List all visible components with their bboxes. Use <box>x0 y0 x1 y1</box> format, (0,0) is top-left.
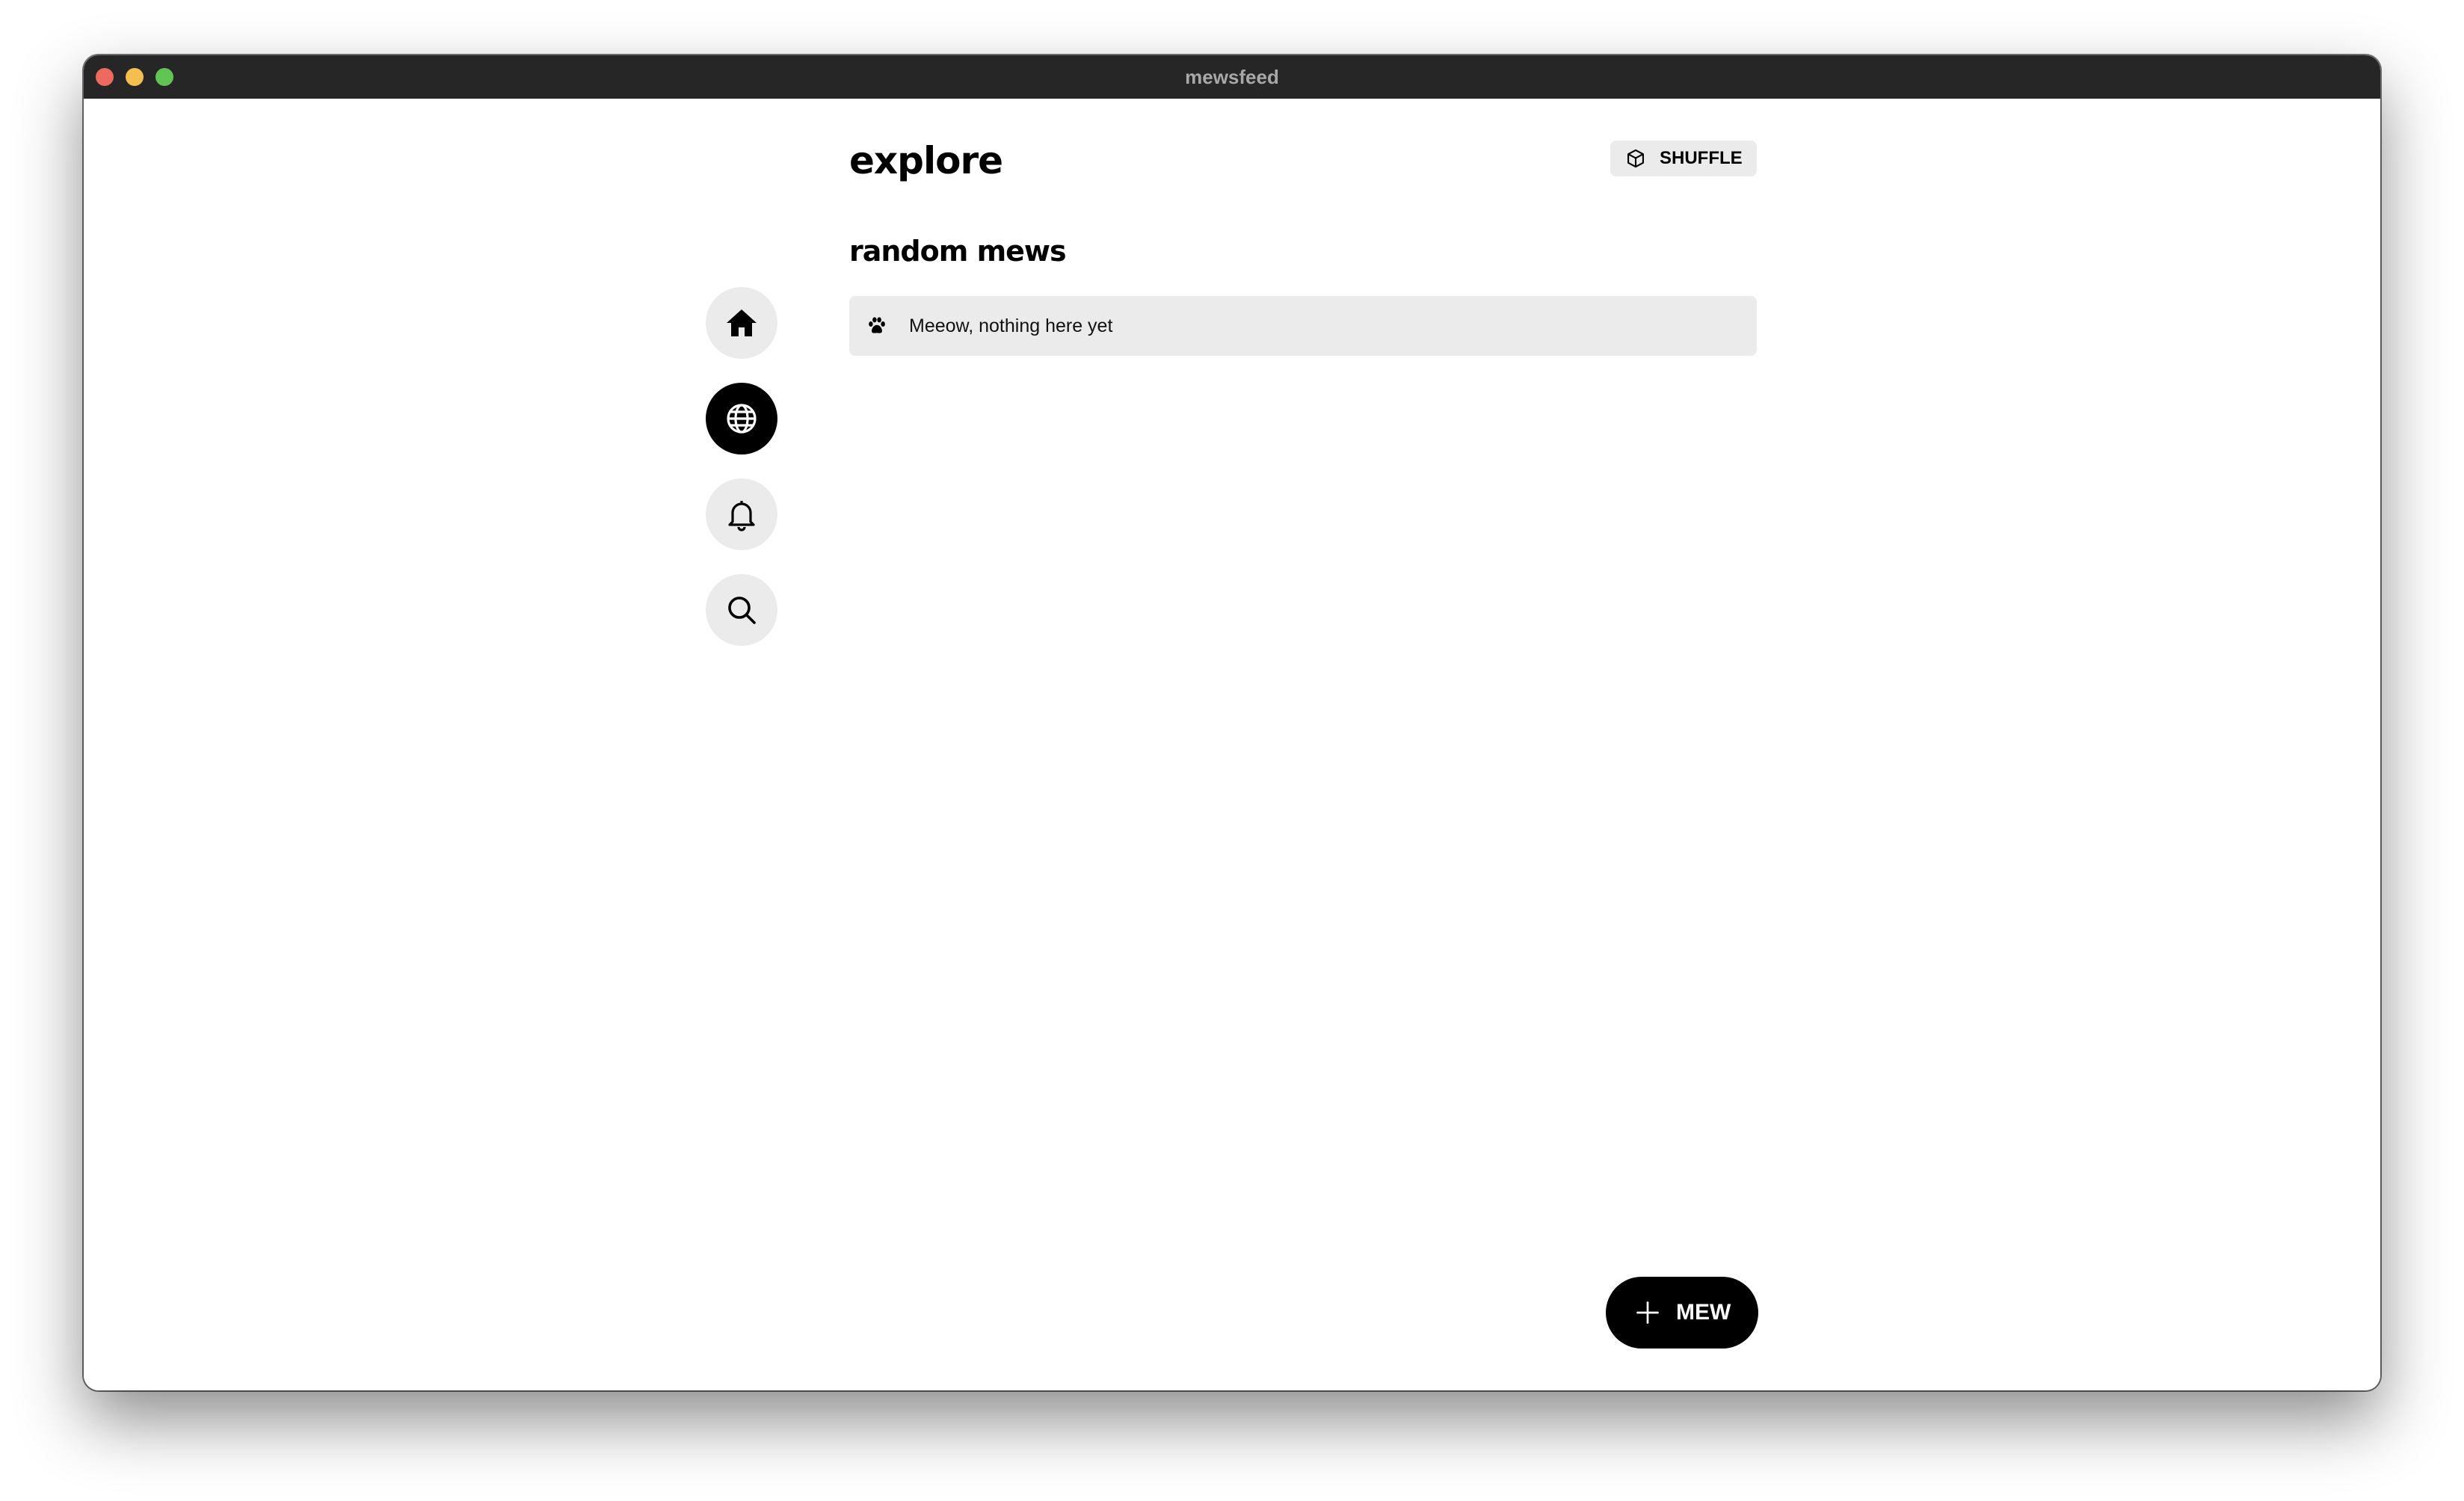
paw-icon <box>869 317 885 333</box>
maximize-window-button[interactable] <box>155 68 173 86</box>
new-mew-button-label: MEW <box>1676 1300 1731 1325</box>
cube-icon <box>1627 149 1644 168</box>
nav-notifications-button[interactable] <box>706 478 777 550</box>
globe-icon <box>727 404 757 434</box>
shuffle-button[interactable]: SHUFFLE <box>1610 141 1757 176</box>
close-window-button[interactable] <box>96 68 114 86</box>
home-icon <box>727 309 757 336</box>
section-title: random mews <box>849 235 1067 268</box>
plus-icon <box>1636 1301 1659 1324</box>
window-title: mewsfeed <box>1185 65 1279 88</box>
new-mew-button[interactable]: MEW <box>1606 1277 1758 1349</box>
title-bar: mewsfeed <box>84 55 2380 99</box>
search-icon <box>728 597 756 624</box>
desktop: mewsfeed explore SHUFFLE random mews Mee… <box>0 0 2464 1501</box>
nav-explore-button[interactable] <box>706 383 777 454</box>
minimize-window-button[interactable] <box>126 68 144 86</box>
empty-state-message: Meeow, nothing here yet <box>909 315 1113 336</box>
nav-home-button[interactable] <box>706 287 777 359</box>
nav-search-button[interactable] <box>706 574 777 646</box>
empty-state-card: Meeow, nothing here yet <box>849 296 1757 356</box>
app-window: mewsfeed explore SHUFFLE random mews Mee… <box>84 55 2380 1390</box>
shuffle-button-label: SHUFFLE <box>1660 148 1743 168</box>
bell-icon <box>728 501 755 531</box>
page-title: explore <box>849 139 1003 182</box>
app-content: explore SHUFFLE random mews Meeow, nothi… <box>84 99 2380 1390</box>
